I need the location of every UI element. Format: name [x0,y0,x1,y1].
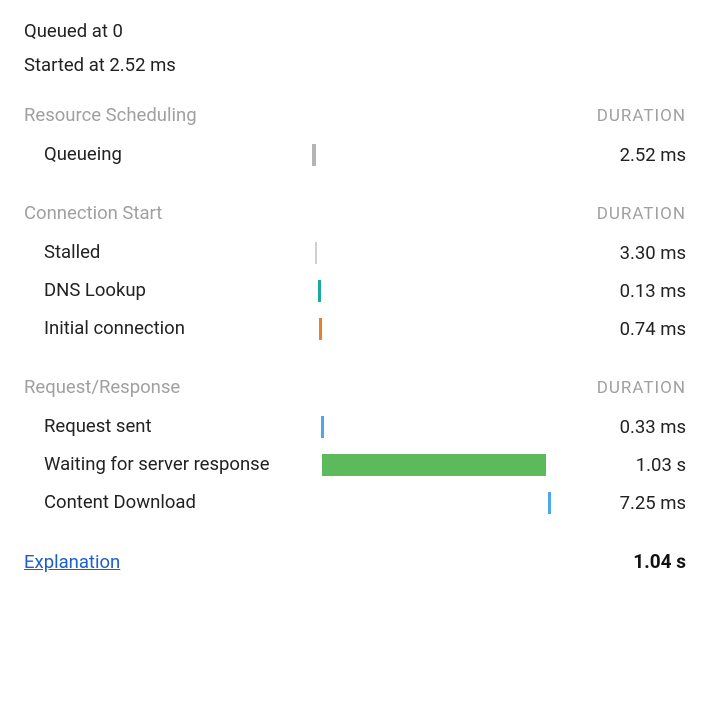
row-queueing: Queueing 2.52 ms [24,136,686,174]
section-header: Resource Scheduling DURATION [24,104,686,126]
row-chart [304,454,581,476]
row-value: 7.25 ms [581,492,686,514]
row-label: DNS Lookup [24,279,304,302]
timing-summary: Queued at 0 Started at 2.52 ms [24,20,686,76]
duration-column-label: DURATION [597,106,686,126]
bar-dns-lookup [318,280,321,302]
row-label: Content Download [24,491,304,514]
row-value: 0.33 ms [581,416,686,438]
section-title: Connection Start [24,202,162,224]
section-title: Request/Response [24,376,180,398]
row-chart [304,492,581,514]
total-duration: 1.04 s [633,550,686,573]
row-chart [304,416,581,438]
row-value: 0.74 ms [581,318,686,340]
row-content-download: Content Download 7.25 ms [24,484,686,522]
row-chart [304,318,581,340]
row-request-sent: Request sent 0.33 ms [24,408,686,446]
row-stalled: Stalled 3.30 ms [24,234,686,272]
section-request-response: Request/Response DURATION Request sent 0… [24,376,686,522]
row-value: 0.13 ms [581,280,686,302]
section-header: Request/Response DURATION [24,376,686,398]
bar-waiting-ttfb [322,454,546,476]
row-label: Stalled [24,241,304,264]
explanation-link[interactable]: Explanation [24,551,120,573]
started-at-line: Started at 2.52 ms [24,54,686,76]
duration-column-label: DURATION [597,378,686,398]
timing-footer: Explanation 1.04 s [24,550,686,573]
row-chart [304,242,581,264]
section-connection-start: Connection Start DURATION Stalled 3.30 m… [24,202,686,348]
row-label: Queueing [24,143,304,166]
row-label: Request sent [24,415,304,438]
row-waiting-ttfb: Waiting for server response 1.03 s [24,446,686,484]
queued-at-line: Queued at 0 [24,20,686,42]
bar-request-sent [321,416,324,438]
bar-stalled [315,242,317,264]
row-dns-lookup: DNS Lookup 0.13 ms [24,272,686,310]
bar-initial-connection [319,318,322,340]
row-initial-connection: Initial connection 0.74 ms [24,310,686,348]
row-label: Waiting for server response [24,453,304,476]
row-chart [304,144,581,166]
duration-column-label: DURATION [597,204,686,224]
row-chart [304,280,581,302]
row-value: 3.30 ms [581,242,686,264]
section-resource-scheduling: Resource Scheduling DURATION Queueing 2.… [24,104,686,174]
row-label: Initial connection [24,317,304,340]
row-value: 2.52 ms [581,144,686,166]
section-title: Resource Scheduling [24,104,197,126]
bar-queueing [312,144,316,166]
bar-content-download [548,492,551,514]
row-value: 1.03 s [581,454,686,476]
section-header: Connection Start DURATION [24,202,686,224]
